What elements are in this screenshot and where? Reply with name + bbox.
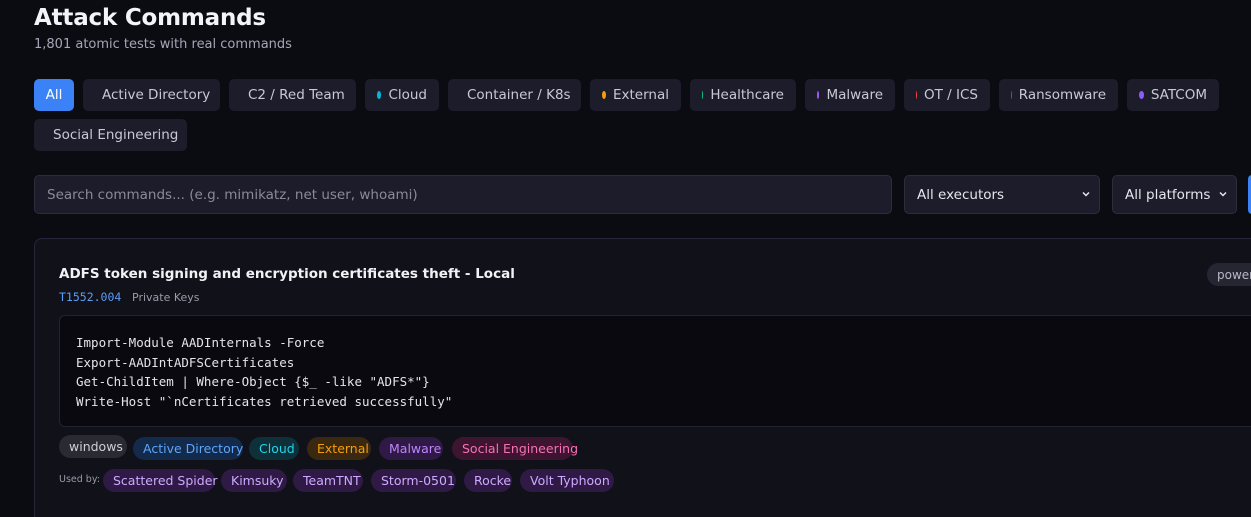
platform-select[interactable]: All platforms [1112, 175, 1237, 214]
chevron-down-icon [1082, 191, 1090, 197]
search-input[interactable] [34, 175, 892, 214]
threat-group-tag[interactable]: Storm-0501 [371, 469, 456, 492]
category-dot-icon [377, 91, 382, 99]
filter-chip-label: Malware [826, 87, 883, 103]
filter-chip[interactable]: OT / ICS [904, 79, 990, 111]
filter-chip[interactable]: Active Directory [83, 79, 220, 111]
page-subtitle: 1,801 atomic tests with real commands [34, 37, 292, 52]
platform-tag[interactable]: windows [59, 435, 127, 458]
filter-chip-label: Social Engineering [53, 127, 179, 143]
category-dot-icon [817, 91, 820, 99]
filter-chip-label: Cloud [388, 87, 427, 103]
filter-chip-label: Container / K8s [467, 87, 571, 103]
filter-chip-label: Ransomware [1018, 87, 1106, 103]
threat-group-tag[interactable]: Scattered Spider [103, 469, 218, 492]
threat-group-tag[interactable]: Kimsuky [221, 469, 287, 492]
executor-badge: powershell [1207, 263, 1251, 286]
test-title: ADFS token signing and encryption certif… [59, 266, 515, 282]
platform-select-value: All platforms [1125, 186, 1211, 203]
category-tag[interactable]: External [307, 437, 371, 460]
command-code-block: Import-Module AADInternals -Force Export… [59, 315, 1251, 427]
category-tag[interactable]: Malware [379, 437, 443, 460]
filter-chip[interactable]: Ransomware [999, 79, 1118, 111]
page-title: Attack Commands [34, 5, 266, 31]
category-tag[interactable]: Cloud [249, 437, 299, 460]
filter-chip-label: Active Directory [102, 87, 211, 103]
filter-chip[interactable]: SATCOM [1127, 79, 1219, 111]
filter-chip-label: SATCOM [1150, 87, 1207, 103]
filter-chip[interactable]: Malware [805, 79, 895, 111]
threat-group-tag[interactable]: Rocke [464, 469, 512, 492]
category-dot-icon [702, 91, 704, 99]
category-dot-icon [1011, 91, 1012, 99]
used-by-label: Used by: [59, 474, 100, 485]
filter-chip-label: Healthcare [710, 87, 784, 103]
technique-id-link[interactable]: T1552.004 [59, 290, 121, 304]
executor-select[interactable]: All executors [904, 175, 1100, 214]
filter-chip-label: OT / ICS [924, 87, 978, 103]
filter-chip[interactable]: Healthcare [690, 79, 796, 111]
threat-group-tag[interactable]: TeamTNT [293, 469, 363, 492]
filter-chip[interactable]: External [590, 79, 681, 111]
category-dot-icon [916, 91, 918, 99]
category-tag[interactable]: Active Directory [133, 437, 243, 460]
filter-chip[interactable]: C2 / Red Team [229, 79, 356, 111]
category-tag[interactable]: Social Engineering [452, 437, 578, 460]
page: Attack Commands 1,801 atomic tests with … [0, 0, 1251, 517]
category-dot-icon [602, 91, 606, 99]
chevron-down-icon [1219, 191, 1227, 197]
category-dot-icon [1139, 91, 1144, 99]
technique-name: Private Keys [132, 291, 200, 304]
threat-group-tag[interactable]: Volt Typhoon [520, 469, 614, 492]
filter-chip-label: External [612, 87, 669, 103]
filter-chip[interactable]: Container / K8s [448, 79, 581, 111]
filter-chip[interactable]: All [34, 79, 74, 111]
filter-chip-label: C2 / Red Team [248, 87, 345, 103]
executor-select-value: All executors [917, 186, 1005, 203]
filter-chip[interactable]: Cloud [365, 79, 439, 111]
filter-chip-label: All [45, 87, 63, 103]
filter-chip[interactable]: Social Engineering [34, 119, 187, 151]
